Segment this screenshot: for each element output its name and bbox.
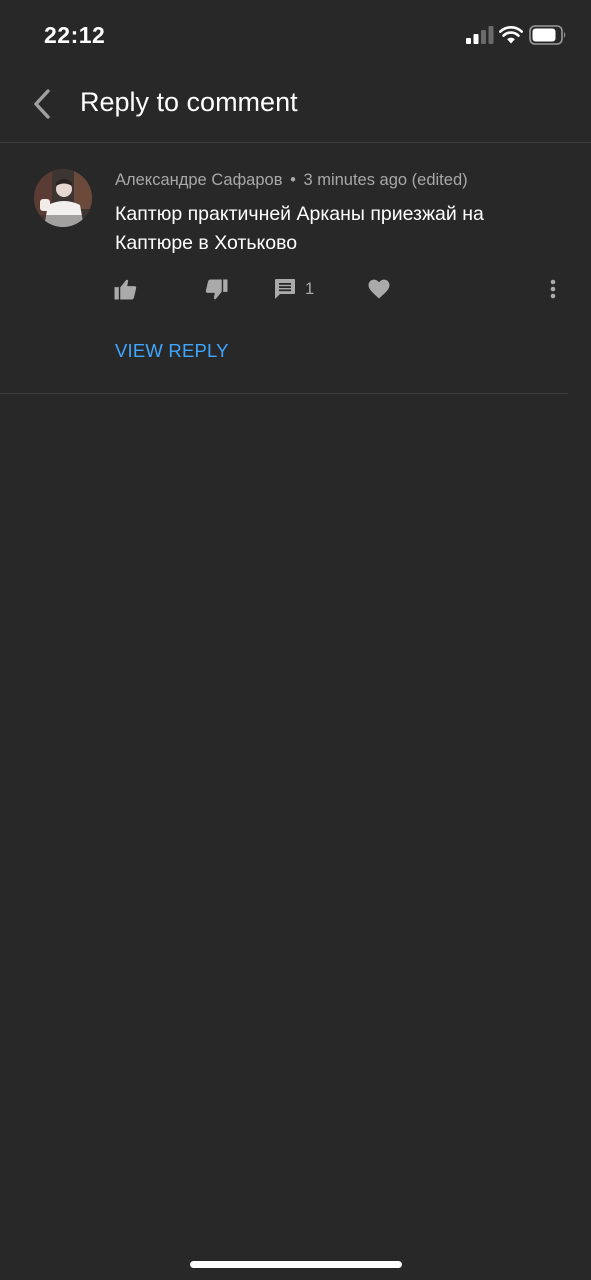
more-options-button[interactable]: [545, 276, 561, 302]
thumbs-up-icon: [114, 279, 137, 300]
comment-meta: Александре Сафаров • 3 minutes ago (edit…: [115, 171, 468, 190]
status-bar: 22:12: [0, 0, 591, 70]
comment-text: Каптюр практичней Арканы приезжай на Кап…: [115, 203, 484, 254]
page-title: Reply to comment: [80, 87, 298, 117]
reply-count: 1: [305, 279, 315, 298]
more-vertical-icon: [550, 279, 556, 299]
back-button[interactable]: [22, 84, 62, 124]
heart-button[interactable]: [368, 276, 390, 302]
dislike-button[interactable]: [205, 276, 228, 302]
comment-icon: [275, 279, 295, 299]
comment: Александре Сафаров • 3 minutes ago (edit…: [0, 143, 568, 394]
heart-icon: [368, 279, 390, 299]
wifi-icon: [499, 26, 523, 44]
thumbs-down-icon: [205, 278, 228, 299]
reply-button[interactable]: 1: [274, 276, 314, 302]
cellular-signal-icon: [466, 26, 494, 44]
like-button[interactable]: [114, 276, 137, 302]
chevron-left-icon: [34, 89, 50, 119]
status-time: 22:12: [44, 22, 106, 48]
view-reply-button[interactable]: VIEW REPLY: [115, 340, 229, 362]
header: Reply to comment: [0, 70, 591, 143]
comment-author[interactable]: Александре Сафаров: [115, 171, 282, 189]
comment-timestamp: 3 minutes ago (edited): [303, 171, 468, 189]
avatar-image: [34, 169, 92, 227]
avatar[interactable]: [34, 169, 92, 227]
battery-icon: [529, 25, 566, 45]
meta-separator: •: [290, 171, 296, 189]
home-indicator[interactable]: [190, 1261, 402, 1268]
